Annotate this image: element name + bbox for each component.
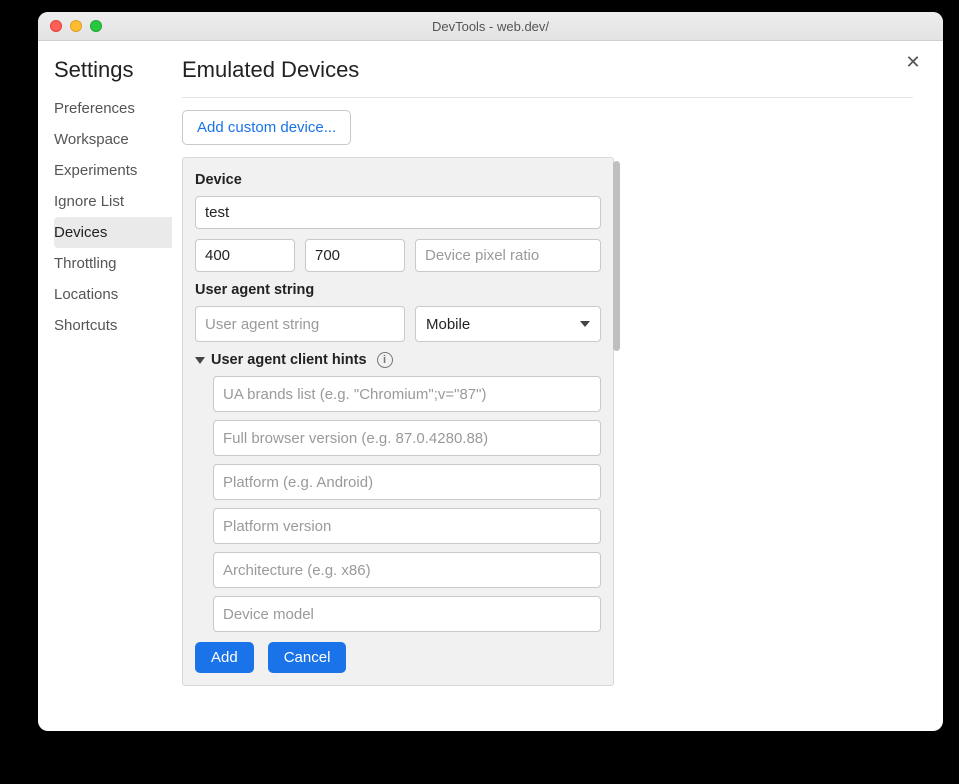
sidebar-item-label: Experiments: [54, 162, 137, 179]
ua-client-hints-label: User agent client hints: [211, 352, 367, 368]
ua-architecture-input[interactable]: [213, 552, 601, 588]
sidebar-item-devices[interactable]: Devices: [54, 217, 172, 248]
titlebar: DevTools - web.dev/: [38, 12, 943, 41]
ua-platform-input[interactable]: [213, 464, 601, 500]
page-title: Emulated Devices: [182, 57, 913, 83]
close-settings-button[interactable]: ✕: [903, 53, 923, 73]
ua-client-hints-toggle[interactable]: User agent client hints i: [195, 352, 601, 368]
ua-brands-input[interactable]: [213, 376, 601, 412]
device-dpr-input[interactable]: [415, 239, 601, 272]
device-width-input[interactable]: [195, 239, 295, 272]
ua-type-selected: Mobile: [426, 316, 470, 333]
settings-heading: Settings: [54, 57, 172, 83]
window-title: DevTools - web.dev/: [38, 19, 943, 34]
sidebar-item-label: Locations: [54, 286, 118, 303]
ua-platform-version-input[interactable]: [213, 508, 601, 544]
section-ua-label: User agent string: [195, 282, 601, 298]
sidebar-item-label: Shortcuts: [54, 317, 117, 334]
device-height-input[interactable]: [305, 239, 405, 272]
sidebar-item-experiments[interactable]: Experiments: [54, 155, 172, 186]
device-name-input[interactable]: [195, 196, 601, 229]
scrollbar[interactable]: [613, 161, 620, 351]
settings-sidebar: Settings Preferences Workspace Experimen…: [38, 53, 172, 731]
sidebar-item-label: Throttling: [54, 255, 117, 272]
sidebar-item-throttling[interactable]: Throttling: [54, 248, 172, 279]
chevron-down-icon: [580, 321, 590, 327]
section-device-label: Device: [195, 172, 601, 188]
sidebar-item-label: Ignore List: [54, 193, 124, 210]
sidebar-item-label: Preferences: [54, 100, 135, 117]
add-device-button[interactable]: Add: [195, 642, 254, 673]
sidebar-item-locations[interactable]: Locations: [54, 279, 172, 310]
ua-device-model-input[interactable]: [213, 596, 601, 632]
window: DevTools - web.dev/ ✕ Settings Preferenc…: [38, 12, 943, 731]
sidebar-item-ignore-list[interactable]: Ignore List: [54, 186, 172, 217]
ua-string-input[interactable]: [195, 306, 405, 342]
info-icon[interactable]: i: [377, 352, 393, 368]
triangle-down-icon: [195, 357, 205, 364]
divider: [182, 97, 913, 98]
device-form-panel: Device User agent string: [182, 157, 614, 686]
sidebar-item-preferences[interactable]: Preferences: [54, 93, 172, 124]
sidebar-item-shortcuts[interactable]: Shortcuts: [54, 310, 172, 341]
add-custom-device-button[interactable]: Add custom device...: [182, 110, 351, 145]
sidebar-item-workspace[interactable]: Workspace: [54, 124, 172, 155]
ua-full-version-input[interactable]: [213, 420, 601, 456]
sidebar-item-label: Workspace: [54, 131, 129, 148]
cancel-device-button[interactable]: Cancel: [268, 642, 347, 673]
sidebar-item-label: Devices: [54, 224, 107, 241]
ua-type-select[interactable]: Mobile: [415, 306, 601, 342]
